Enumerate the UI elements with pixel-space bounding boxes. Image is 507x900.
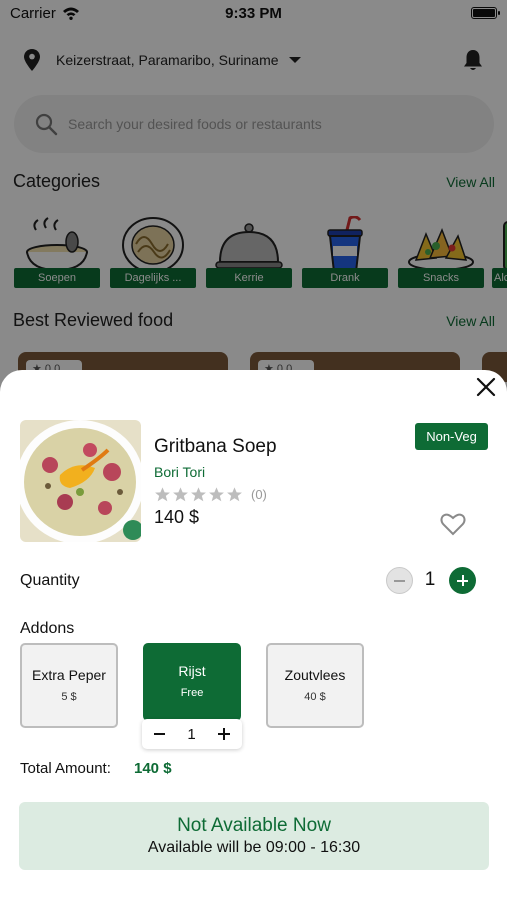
star-icon <box>209 487 224 502</box>
addon-price: Free <box>180 687 204 699</box>
product-name: Gritbana Soep <box>154 436 277 457</box>
quantity-decrease-button[interactable] <box>386 567 413 594</box>
total-amount-label: Total Amount: <box>20 760 111 777</box>
quantity-increase-button[interactable] <box>449 567 476 594</box>
heart-icon[interactable] <box>440 512 466 536</box>
addon-price: 40 $ <box>304 691 326 703</box>
addon-increase-button[interactable] <box>218 728 230 740</box>
restaurant-link[interactable]: Bori Tori <box>154 464 205 480</box>
addon-name: Zoutvlees <box>284 667 346 683</box>
food-image <box>20 420 141 542</box>
review-count: (0) <box>251 487 267 502</box>
addon-name: Extra Peper <box>32 667 106 683</box>
addon-zoutvlees[interactable]: Zoutvlees 40 $ <box>266 643 364 728</box>
addon-name: Rijst <box>178 663 206 679</box>
quantity-label: Quantity <box>20 572 80 589</box>
total-amount-value: 140 $ <box>134 760 172 777</box>
addon-quantity-value: 1 <box>187 725 196 743</box>
addon-rijst[interactable]: Rijst Free <box>143 643 241 721</box>
availability-hours: Available will be 09:00 - 16:30 <box>147 839 361 856</box>
product-price: 140 $ <box>154 507 200 527</box>
availability-notice: Not Available Now Available will be 09:0… <box>19 802 489 870</box>
rating-stars: (0) <box>154 486 267 503</box>
quantity-value: 1 <box>424 569 436 590</box>
addon-decrease-button[interactable] <box>154 733 165 735</box>
addon-extra-peper[interactable]: Extra Peper 5 $ <box>20 643 118 728</box>
star-icon <box>227 487 242 502</box>
addon-quantity-stepper: 1 <box>142 719 242 749</box>
star-icon <box>155 487 170 502</box>
star-icon <box>173 487 188 502</box>
non-veg-badge: Non-Veg <box>415 423 488 450</box>
star-icon <box>191 487 206 502</box>
availability-title: Not Available Now <box>177 815 331 836</box>
addons-label: Addons <box>20 620 75 637</box>
close-icon[interactable] <box>475 376 497 398</box>
addon-price: 5 $ <box>61 691 77 703</box>
food-detail-sheet: Gritbana Soep Bori Tori (0) 140 $ Non-Ve… <box>0 370 507 900</box>
